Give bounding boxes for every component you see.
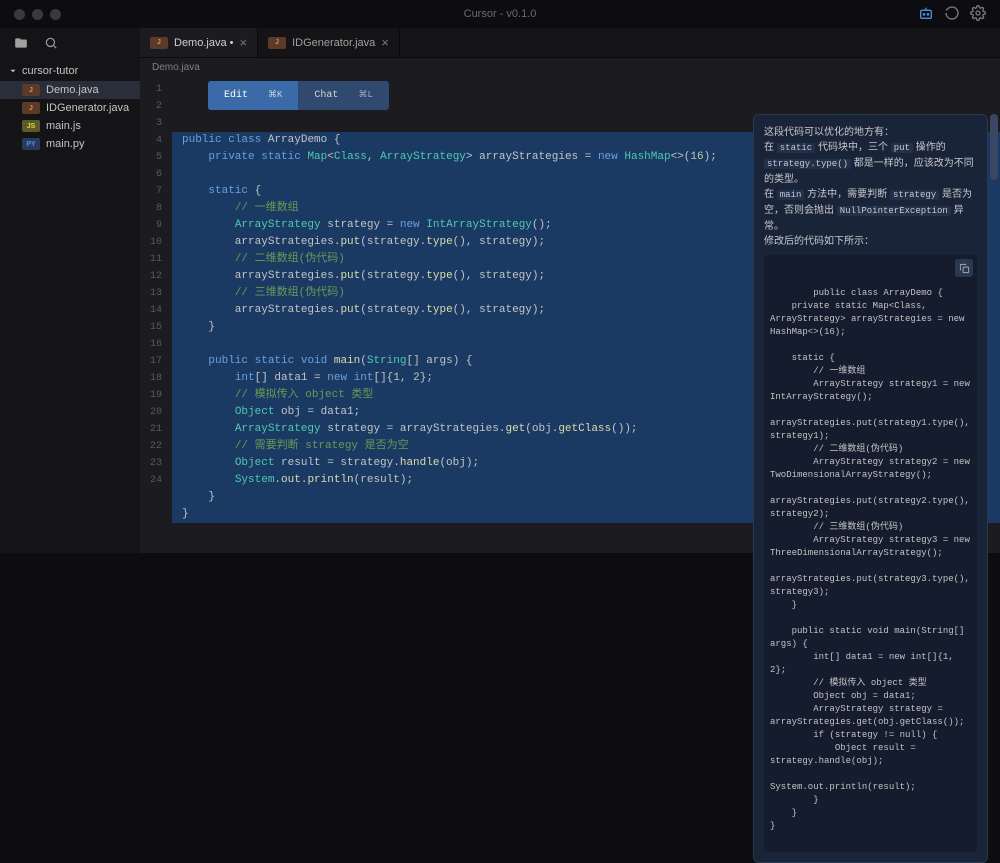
editor-tab[interactable]: JDemo.java •× bbox=[140, 28, 258, 57]
minimize-dot[interactable] bbox=[32, 9, 43, 20]
ai-response-panel: 这段代码可以优化的地方有： 在 static 代码块中，三个 put 操作的 s… bbox=[753, 114, 988, 863]
file-item[interactable]: PYmain.py bbox=[0, 135, 140, 153]
refresh-icon[interactable] bbox=[944, 5, 960, 24]
inline-ai-popup: Edit⌘K Chat⌘L bbox=[208, 81, 389, 110]
folder-header[interactable]: cursor-tutor bbox=[0, 61, 140, 81]
file-item[interactable]: JSmain.js bbox=[0, 117, 140, 135]
editor-tab[interactable]: JIDGenerator.java× bbox=[258, 28, 400, 57]
chat-button[interactable]: Chat⌘L bbox=[298, 81, 388, 110]
zoom-dot[interactable] bbox=[50, 9, 61, 20]
ai-point-2: 在 main 方法中，需要判断 strategy 是否为空，否则会抛出 Null… bbox=[764, 187, 977, 234]
ai-fix-header: 修改后的代码如下所示： bbox=[764, 234, 977, 249]
window-title: Cursor - v0.1.0 bbox=[464, 8, 537, 20]
title-bar: Cursor - v0.1.0 bbox=[0, 0, 1000, 28]
search-sidebar-icon[interactable] bbox=[44, 36, 58, 53]
line-gutter: 123456789101112131415161718192021222324 bbox=[140, 77, 172, 553]
close-tab-icon[interactable]: × bbox=[381, 35, 389, 50]
close-dot[interactable] bbox=[14, 9, 25, 20]
ai-scrollbar[interactable] bbox=[990, 114, 998, 541]
breadcrumb[interactable]: Demo.java bbox=[140, 58, 1000, 77]
ai-intro: 这段代码可以优化的地方有： bbox=[764, 125, 977, 140]
settings-icon[interactable] bbox=[970, 5, 986, 24]
ai-code-block[interactable]: public class ArrayDemo { private static … bbox=[764, 255, 977, 852]
folder-name: cursor-tutor bbox=[22, 65, 78, 77]
sidebar: cursor-tutor JDemo.javaJIDGenerator.java… bbox=[0, 28, 140, 553]
explorer-icon[interactable] bbox=[14, 36, 28, 53]
file-item[interactable]: JIDGenerator.java bbox=[0, 99, 140, 117]
bot-icon[interactable] bbox=[918, 5, 934, 24]
tab-bar: JDemo.java •×JIDGenerator.java× bbox=[140, 28, 1000, 58]
file-item[interactable]: JDemo.java bbox=[0, 81, 140, 99]
copy-code-button[interactable] bbox=[955, 259, 973, 277]
close-tab-icon[interactable]: × bbox=[240, 35, 248, 50]
edit-button[interactable]: Edit⌘K bbox=[208, 81, 298, 110]
ai-point-1: 在 static 代码块中，三个 put 操作的 strategy.type()… bbox=[764, 140, 977, 187]
traffic-lights bbox=[14, 9, 61, 20]
